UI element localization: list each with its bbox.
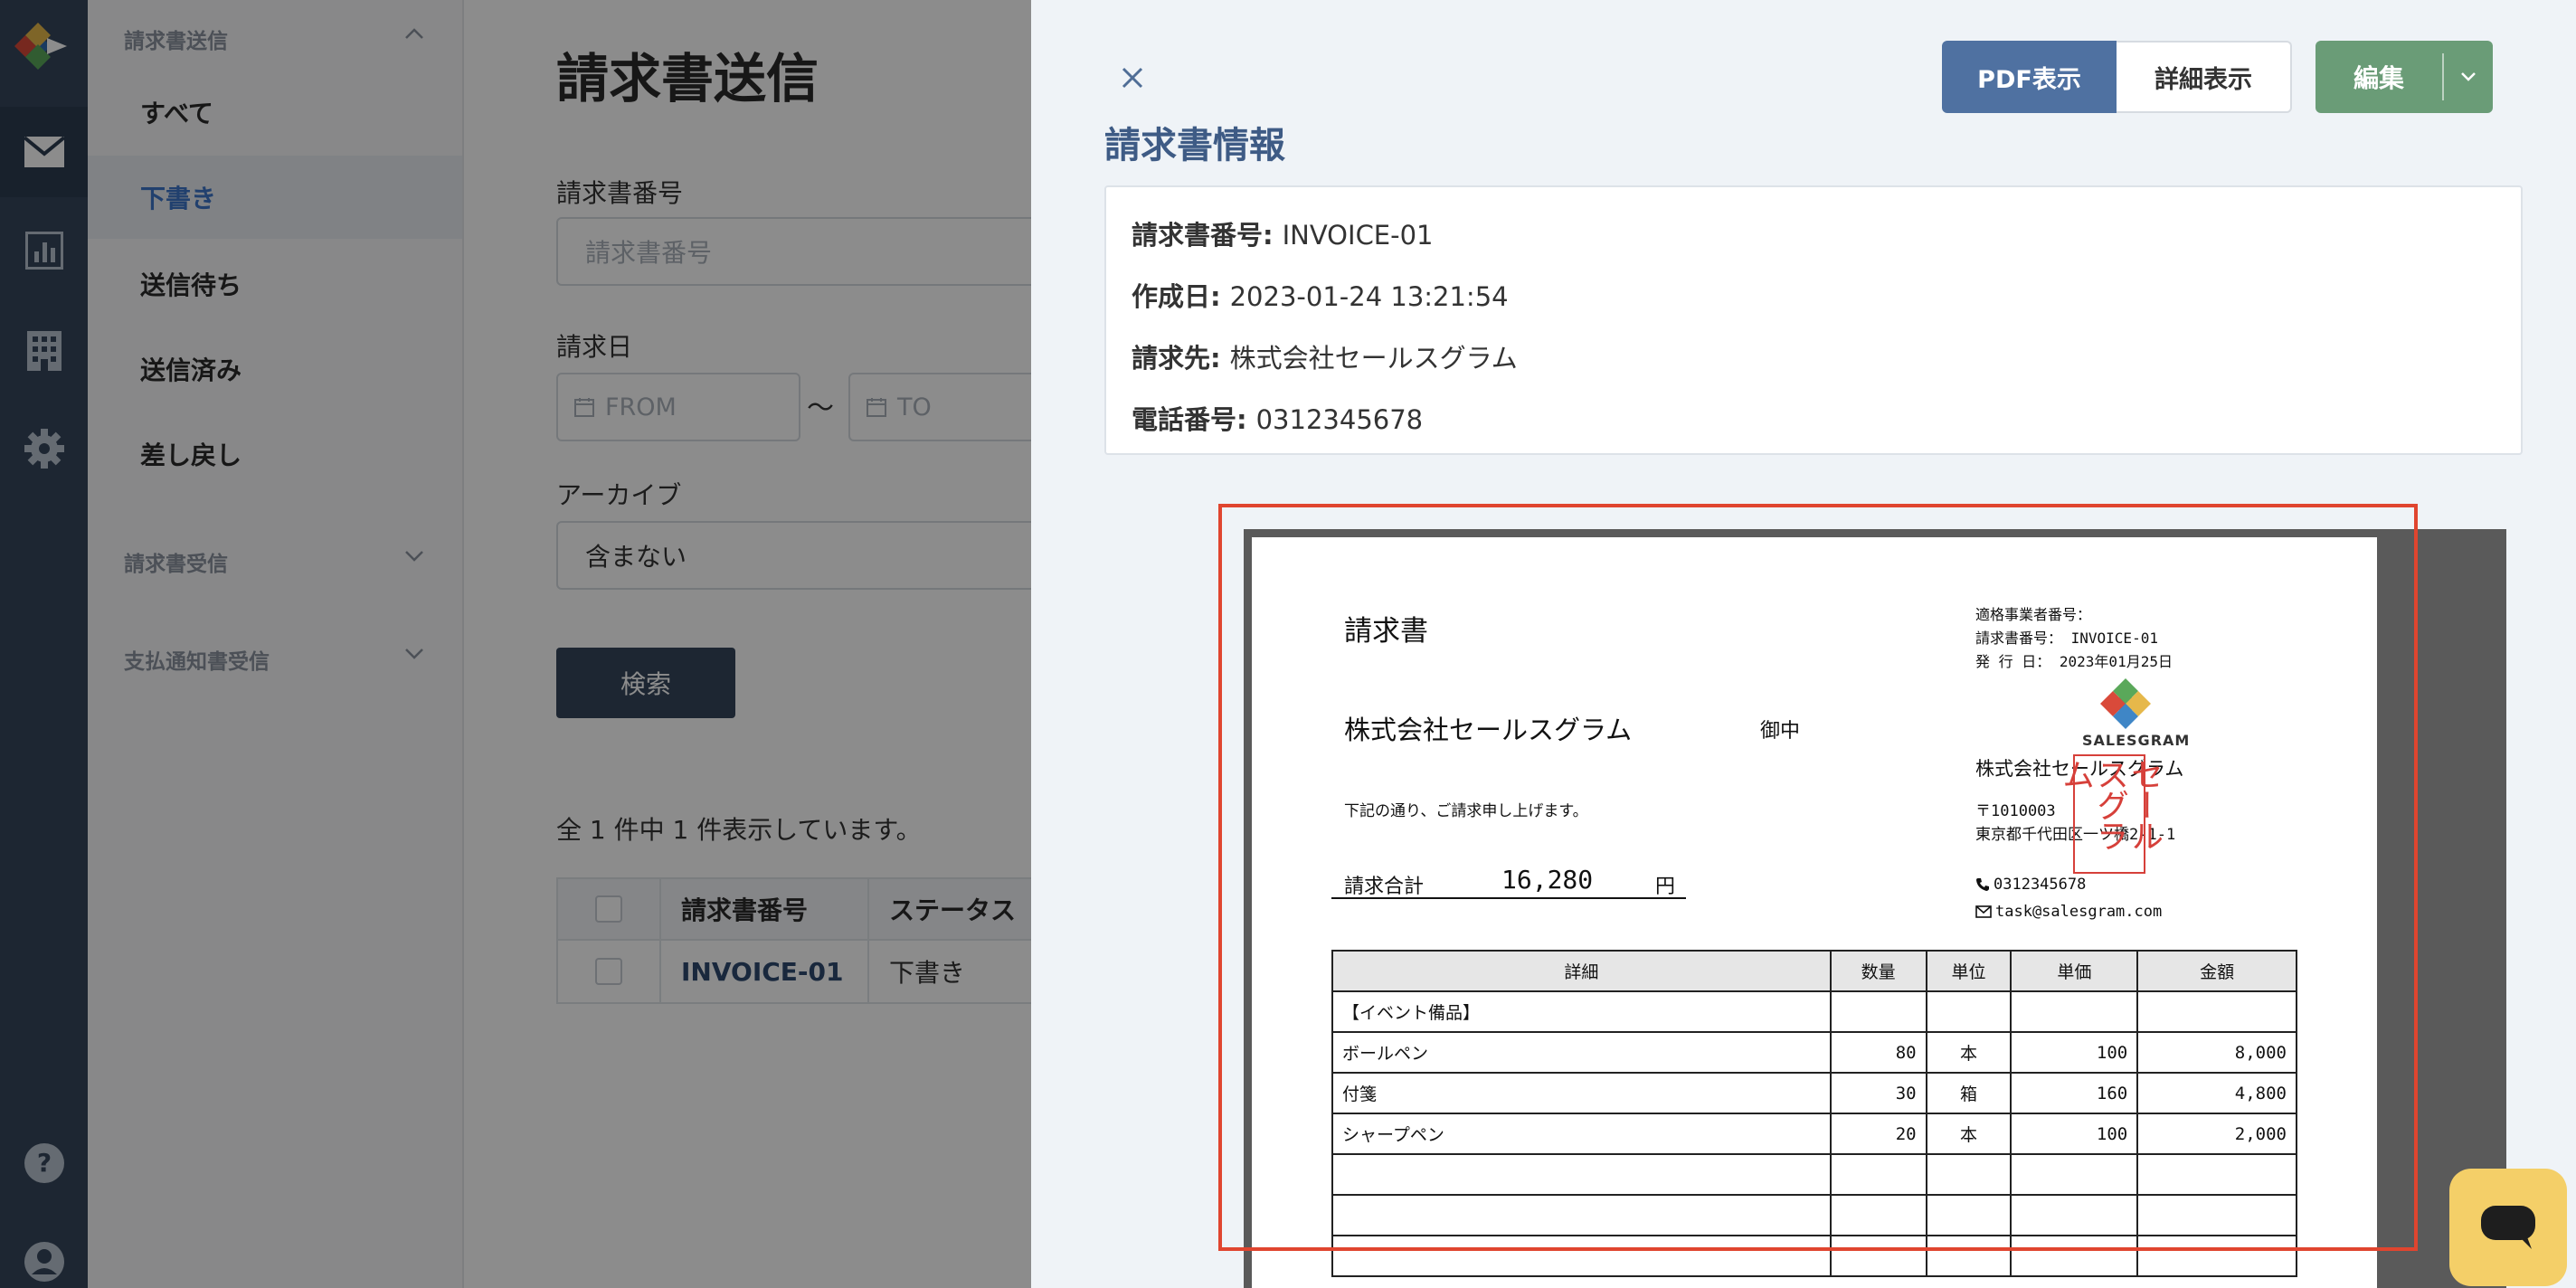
close-icon[interactable] [1114, 60, 1151, 96]
info-value: INVOICE-01 [1282, 220, 1434, 251]
info-title: 請求書情報 [1104, 125, 1285, 166]
info-label: 請求書番号: [1132, 220, 1274, 251]
info-label: 請求先: [1132, 343, 1221, 374]
info-label: 電話番号: [1132, 404, 1247, 435]
chat-launcher[interactable] [2449, 1169, 2567, 1286]
modal-backdrop[interactable] [0, 0, 1031, 1288]
info-row-created: 作成日: 2023-01-24 13:21:54 [1132, 276, 1509, 314]
info-value: 株式会社セールスグラム [1229, 343, 1518, 374]
invoice-drawer: PDF表示 詳細表示 編集 請求書情報 請求書番号: INVOICE-01 作成日… [1031, 0, 2576, 1288]
info-value: 0312345678 [1255, 404, 1424, 435]
edit-dropdown-toggle[interactable] [2444, 41, 2493, 113]
pdf-view-button[interactable]: PDF表示 [1942, 41, 2117, 113]
info-row-phone: 電話番号: 0312345678 [1132, 399, 1423, 437]
info-row-billing-to: 請求先: 株式会社セールスグラム [1132, 337, 1518, 375]
edit-split-button: 編集 [2316, 41, 2493, 113]
detail-view-button[interactable]: 詳細表示 [2117, 41, 2292, 113]
preview-highlight-frame [1218, 504, 2418, 1251]
view-toggle: PDF表示 詳細表示 [1942, 41, 2292, 113]
edit-button[interactable]: 編集 [2316, 41, 2442, 113]
chat-icon [2481, 1206, 2535, 1249]
info-value: 2023-01-24 13:21:54 [1229, 281, 1509, 312]
info-label: 作成日: [1132, 281, 1221, 312]
info-row-invoice-no: 請求書番号: INVOICE-01 [1132, 214, 1434, 252]
chevron-down-icon [2461, 72, 2476, 81]
info-card: 請求書番号: INVOICE-01 作成日: 2023-01-24 13:21:54… [1104, 185, 2523, 455]
